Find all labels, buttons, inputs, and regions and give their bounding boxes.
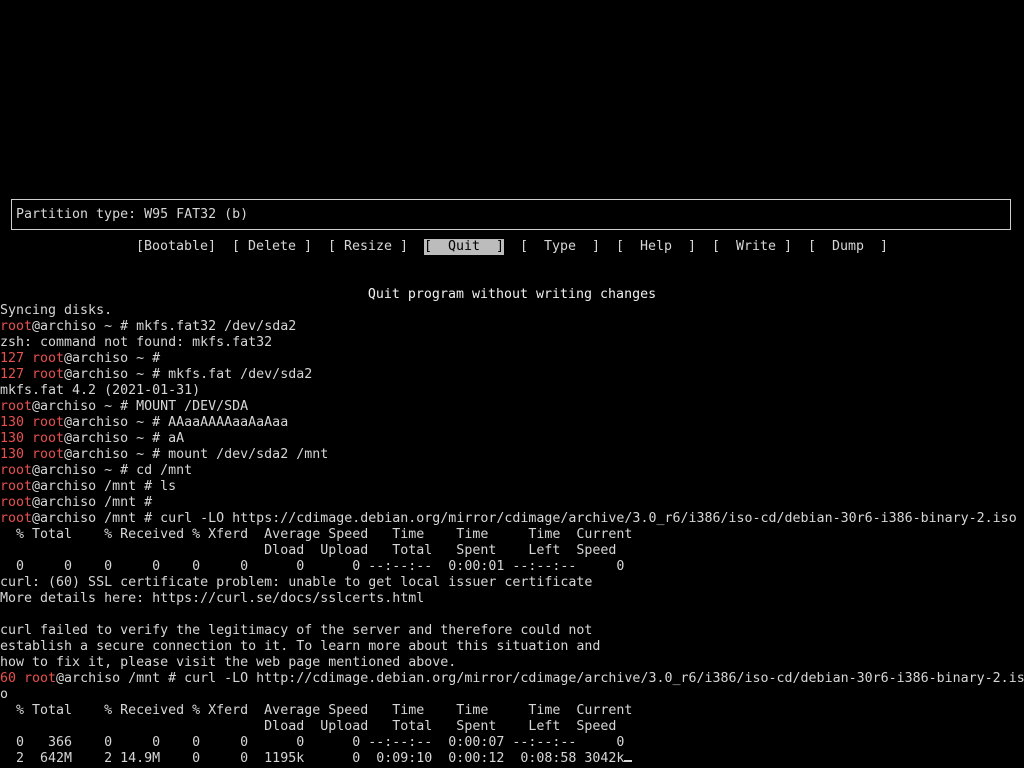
terminal-line: how to fix it, please visit the web page… bbox=[0, 655, 456, 671]
terminal-text: how to fix it, please visit the web page… bbox=[0, 655, 457, 670]
terminal-text: @archiso /mnt # ls bbox=[32, 479, 177, 494]
cfdisk-menu-bar: [Bootable] [ Delete ] [ Resize ] [ Quit ] [ … bbox=[0, 239, 1024, 255]
prompt-user: 130 root bbox=[0, 447, 65, 462]
partition-type-label: Partition type: W95 FAT32 (b) bbox=[16, 207, 249, 222]
terminal-text: @archiso ~ # cd /mnt bbox=[32, 463, 193, 478]
terminal-line: 0 366 0 0 0 0 0 0 --:--:-- 0:00:07 --:--… bbox=[0, 735, 624, 751]
prompt-user: 127 root bbox=[0, 367, 65, 382]
terminal-text: Syncing disks. bbox=[0, 303, 113, 318]
terminal-text: @archiso ~ # mkfs.fat32 /dev/sda2 bbox=[32, 319, 297, 334]
terminal-text: @archiso ~ # mkfs.fat /dev/sda2 bbox=[64, 367, 313, 382]
partition-type-box: Partition type: W95 FAT32 (b) bbox=[11, 199, 1011, 230]
menu-item-delete[interactable]: [ Delete ] bbox=[232, 239, 312, 255]
prompt-user: 127 root bbox=[0, 351, 65, 366]
terminal-text: 0 366 0 0 0 0 0 0 --:--:-- 0:00:07 --:--… bbox=[0, 735, 625, 750]
terminal-line: % Total % Received % Xferd Average Speed… bbox=[0, 527, 632, 543]
menu-description: Quit program without writing changes bbox=[367, 287, 657, 302]
terminal-text: More details here: https://curl.se/docs/… bbox=[0, 591, 425, 606]
terminal-text: % Total % Received % Xferd Average Speed… bbox=[0, 703, 633, 718]
terminal-text: o bbox=[0, 687, 9, 702]
prompt-user: 130 root bbox=[0, 415, 65, 430]
terminal-line: Dload Upload Total Spent Left Speed bbox=[0, 719, 616, 735]
terminal-text: curl failed to verify the legitimacy of … bbox=[0, 623, 593, 638]
terminal-line: root@archiso ~ # mkfs.fat32 /dev/sda2 bbox=[0, 319, 296, 335]
terminal-line: 2 642M 2 14.9M 0 0 1195k 0 0:09:10 0:00:… bbox=[0, 751, 633, 767]
prompt-user: root bbox=[0, 511, 33, 526]
terminal-line: o bbox=[0, 687, 8, 703]
prompt-user: root bbox=[0, 479, 33, 494]
terminal-line: 130 root@archiso ~ # aA bbox=[0, 431, 184, 447]
prompt-user: 60 root bbox=[0, 671, 57, 686]
terminal-text: @archiso ~ # mount /dev/sda2 /mnt bbox=[64, 447, 329, 462]
prompt-user: root bbox=[0, 495, 33, 510]
terminal-line: root@archiso /mnt # ls bbox=[0, 479, 176, 495]
terminal-text: 0 0 0 0 0 0 0 0 --:--:-- 0:00:01 --:--:-… bbox=[0, 559, 625, 574]
terminal-line: 130 root@archiso ~ # AAaaAAAAaaAaAaa bbox=[0, 415, 288, 431]
terminal-text: Dload Upload Total Spent Left Speed bbox=[0, 543, 617, 558]
menu-item-dump[interactable]: [ Dump ] bbox=[808, 239, 888, 255]
terminal-line: mkfs.fat 4.2 (2021-01-31) bbox=[0, 383, 200, 399]
text-cursor bbox=[624, 760, 633, 762]
terminal-text: 2 642M 2 14.9M 0 0 1195k 0 0:09:10 0:00:… bbox=[0, 751, 625, 766]
terminal-line: 127 root@archiso ~ # bbox=[0, 351, 160, 367]
menu-item-bootable[interactable]: [Bootable] bbox=[136, 239, 216, 255]
terminal-text: curl: (60) SSL certificate problem: unab… bbox=[0, 575, 593, 590]
terminal-text: % Total % Received % Xferd Average Speed… bbox=[0, 527, 633, 542]
terminal-line: curl: (60) SSL certificate problem: unab… bbox=[0, 575, 592, 591]
terminal-line: 130 root@archiso ~ # mount /dev/sda2 /mn… bbox=[0, 447, 328, 463]
terminal-line: Dload Upload Total Spent Left Speed bbox=[0, 543, 616, 559]
terminal-line: Syncing disks. bbox=[0, 303, 112, 319]
terminal-line: % Total % Received % Xferd Average Speed… bbox=[0, 703, 632, 719]
terminal-text: @archiso ~ # MOUNT /DEV/SDA bbox=[32, 399, 249, 414]
prompt-user: root bbox=[0, 319, 33, 334]
terminal-text: @archiso ~ # bbox=[64, 351, 161, 366]
terminal-line: curl failed to verify the legitimacy of … bbox=[0, 623, 592, 639]
terminal-text: @archiso /mnt # curl -LO https://cdimage… bbox=[32, 511, 1017, 526]
terminal-line: root@archiso /mnt # bbox=[0, 495, 152, 511]
terminal-text: @archiso /mnt # curl -LO http://cdimage.… bbox=[56, 671, 1024, 686]
prompt-user: 130 root bbox=[0, 431, 65, 446]
terminal-text: zsh: command not found: mkfs.fat32 bbox=[0, 335, 273, 350]
menu-item-quit[interactable]: [ Quit ] bbox=[424, 239, 505, 255]
terminal-line: More details here: https://curl.se/docs/… bbox=[0, 591, 424, 607]
menu-item-help[interactable]: [ Help ] bbox=[616, 239, 696, 255]
terminal-line: zsh: command not found: mkfs.fat32 bbox=[0, 335, 272, 351]
terminal-line: root@archiso /mnt # curl -LO https://cdi… bbox=[0, 511, 1017, 527]
terminal-line: 60 root@archiso /mnt # curl -LO http://c… bbox=[0, 671, 1024, 687]
prompt-user: root bbox=[0, 463, 33, 478]
terminal-line: 127 root@archiso ~ # mkfs.fat /dev/sda2 bbox=[0, 367, 312, 383]
terminal-text: Dload Upload Total Spent Left Speed bbox=[0, 719, 617, 734]
terminal-line: 0 0 0 0 0 0 0 0 --:--:-- 0:00:01 --:--:-… bbox=[0, 559, 624, 575]
prompt-user: root bbox=[0, 399, 33, 414]
menu-item-type[interactable]: [ Type ] bbox=[520, 239, 600, 255]
terminal-text: @archiso /mnt # bbox=[32, 495, 153, 510]
menu-item-resize[interactable]: [ Resize ] bbox=[328, 239, 408, 255]
terminal-line: establish a secure connection to it. To … bbox=[0, 639, 600, 655]
terminal-text: mkfs.fat 4.2 (2021-01-31) bbox=[0, 383, 201, 398]
terminal-line: root@archiso ~ # MOUNT /DEV/SDA bbox=[0, 399, 248, 415]
terminal-text: establish a secure connection to it. To … bbox=[0, 639, 601, 654]
terminal-text: @archiso ~ # aA bbox=[64, 431, 185, 446]
terminal-text: @archiso ~ # AAaaAAAAaaAaAaa bbox=[64, 415, 289, 430]
terminal-line: root@archiso ~ # cd /mnt bbox=[0, 463, 192, 479]
menu-item-write[interactable]: [ Write ] bbox=[712, 239, 792, 255]
